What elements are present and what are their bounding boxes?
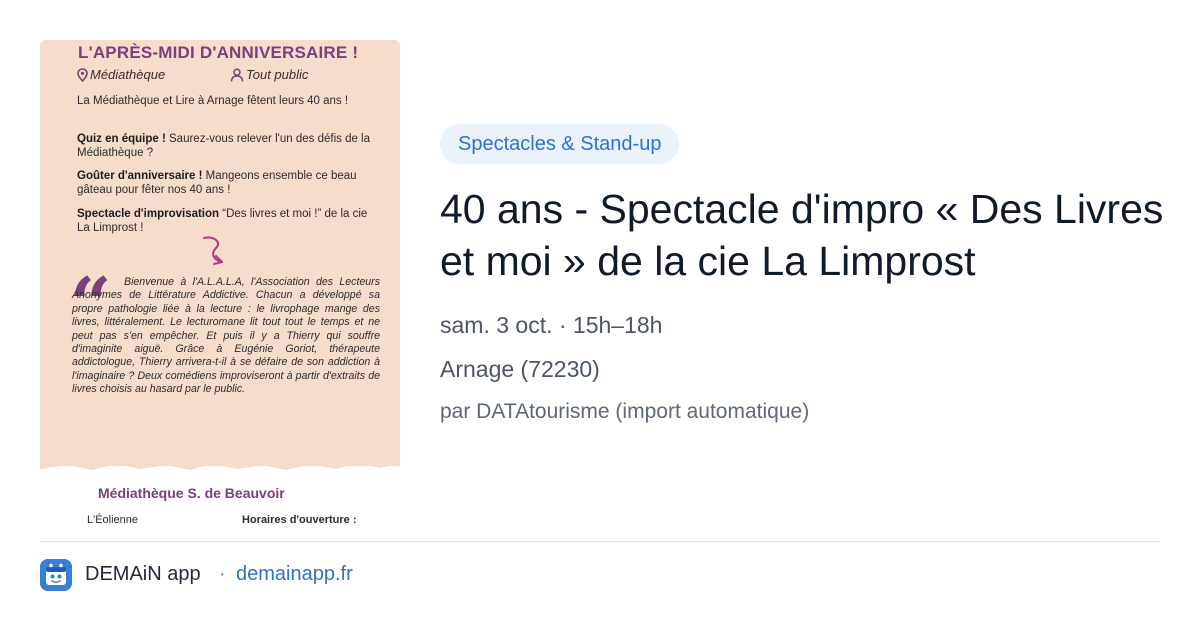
poster-quiz: Quiz en équipe ! Saurez-vous relever l'u… [77,132,380,160]
poster-quote: Bienvenue à l'A.L.A.L.A, l'Association d… [72,276,380,397]
curved-arrow-icon [203,236,223,265]
event-datetime: sam. 3 oct. · 15h–18h [440,312,663,338]
poster-gouter-label: Goûter d'anniversaire ! [77,170,203,182]
poster-footer-left: L'Éolienne [87,514,139,524]
poster-intro: La Médiathèque et Lire à Arnage fêtent l… [77,95,349,107]
poster-show: Spectacle d'improvisation “Des livres et… [77,207,380,235]
torn-paper-edge [40,452,400,470]
poster-location-label: Médiathèque [90,67,166,82]
poster-venue: Médiathèque S. de Beauvoir [98,485,285,501]
demain-app-icon [40,559,72,591]
poster-audience-label: Tout public [246,67,309,82]
poster-gouter: Goûter d'anniversaire ! Mangeons ensembl… [77,169,380,197]
footer-divider [40,541,1160,542]
app-url-link[interactable]: demainapp.fr [236,563,353,586]
poster-footer-right: Horaires d'ouverture : [242,514,357,524]
app-name: DEMAiN app [85,563,201,585]
poster-quiz-label: Quiz en équipe ! [77,133,166,145]
poster-title: L'APRÈS-MIDI D'ANNIVERSAIRE ! [78,43,359,62]
poster-audience: Tout public [230,67,308,82]
map-pin-icon [77,68,88,83]
category-badge[interactable]: Spectacles & Stand-up [440,124,680,164]
person-icon [230,68,244,82]
event-source: par DATAtourisme (import automatique) [440,400,810,423]
poster-show-label: Spectacle d'improvisation [77,208,220,220]
poster-quote-text: Bienvenue à l'A.L.A.L.A, l'Association d… [72,276,380,396]
event-location: Arnage (72230) [440,356,600,382]
event-poster-image[interactable]: L'APRÈS-MIDI D'ANNIVERSAIRE ! Médiathèqu… [40,40,400,524]
poster-location: Médiathèque [77,67,166,83]
event-title: 40 ans - Spectacle d'impro « Des Livres … [440,186,1164,284]
footer-separator: · [219,563,226,585]
